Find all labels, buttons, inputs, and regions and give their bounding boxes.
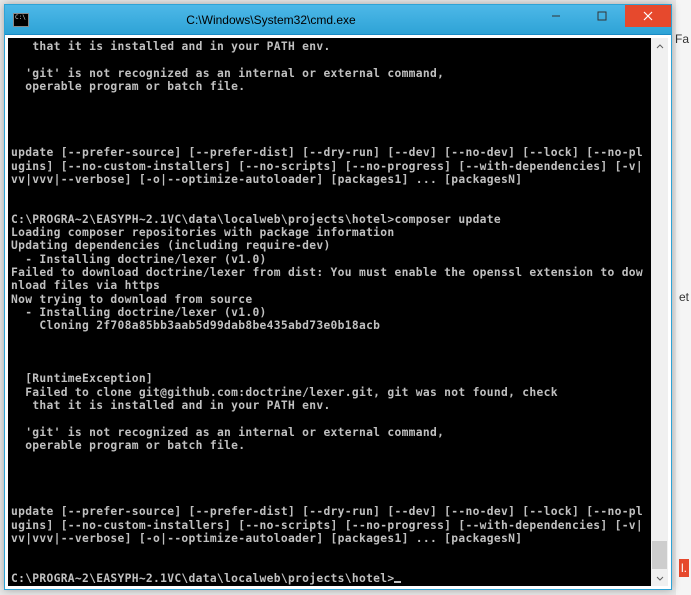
maximize-button[interactable] xyxy=(579,5,625,27)
chevron-down-icon xyxy=(656,574,664,582)
scroll-down-button[interactable] xyxy=(651,569,668,586)
close-icon xyxy=(643,11,653,21)
cursor xyxy=(394,581,401,583)
minimize-button[interactable] xyxy=(533,5,579,27)
titlebar[interactable]: C:\Windows\System32\cmd.exe xyxy=(5,5,671,35)
scroll-up-button[interactable] xyxy=(651,38,668,55)
cmd-window: C:\Windows\System32\cmd.exe that it is i… xyxy=(4,4,672,590)
console-container: that it is installed and in your PATH en… xyxy=(5,35,671,589)
chevron-up-icon xyxy=(656,43,664,51)
console-output[interactable]: that it is installed and in your PATH en… xyxy=(8,38,651,586)
cmd-icon xyxy=(13,13,29,27)
bg-text-1: Fa xyxy=(675,32,689,46)
close-button[interactable] xyxy=(625,5,671,27)
bg-text-2: et xyxy=(679,290,689,304)
scroll-track[interactable] xyxy=(651,55,668,569)
window-controls xyxy=(533,5,671,34)
vertical-scrollbar[interactable] xyxy=(651,38,668,586)
bg-text-3: l. xyxy=(679,559,689,577)
maximize-icon xyxy=(597,11,607,21)
scroll-thumb[interactable] xyxy=(652,541,667,569)
minimize-icon xyxy=(551,11,561,21)
window-title: C:\Windows\System32\cmd.exe xyxy=(29,13,533,27)
background-panel: Fa et l. xyxy=(676,0,691,595)
